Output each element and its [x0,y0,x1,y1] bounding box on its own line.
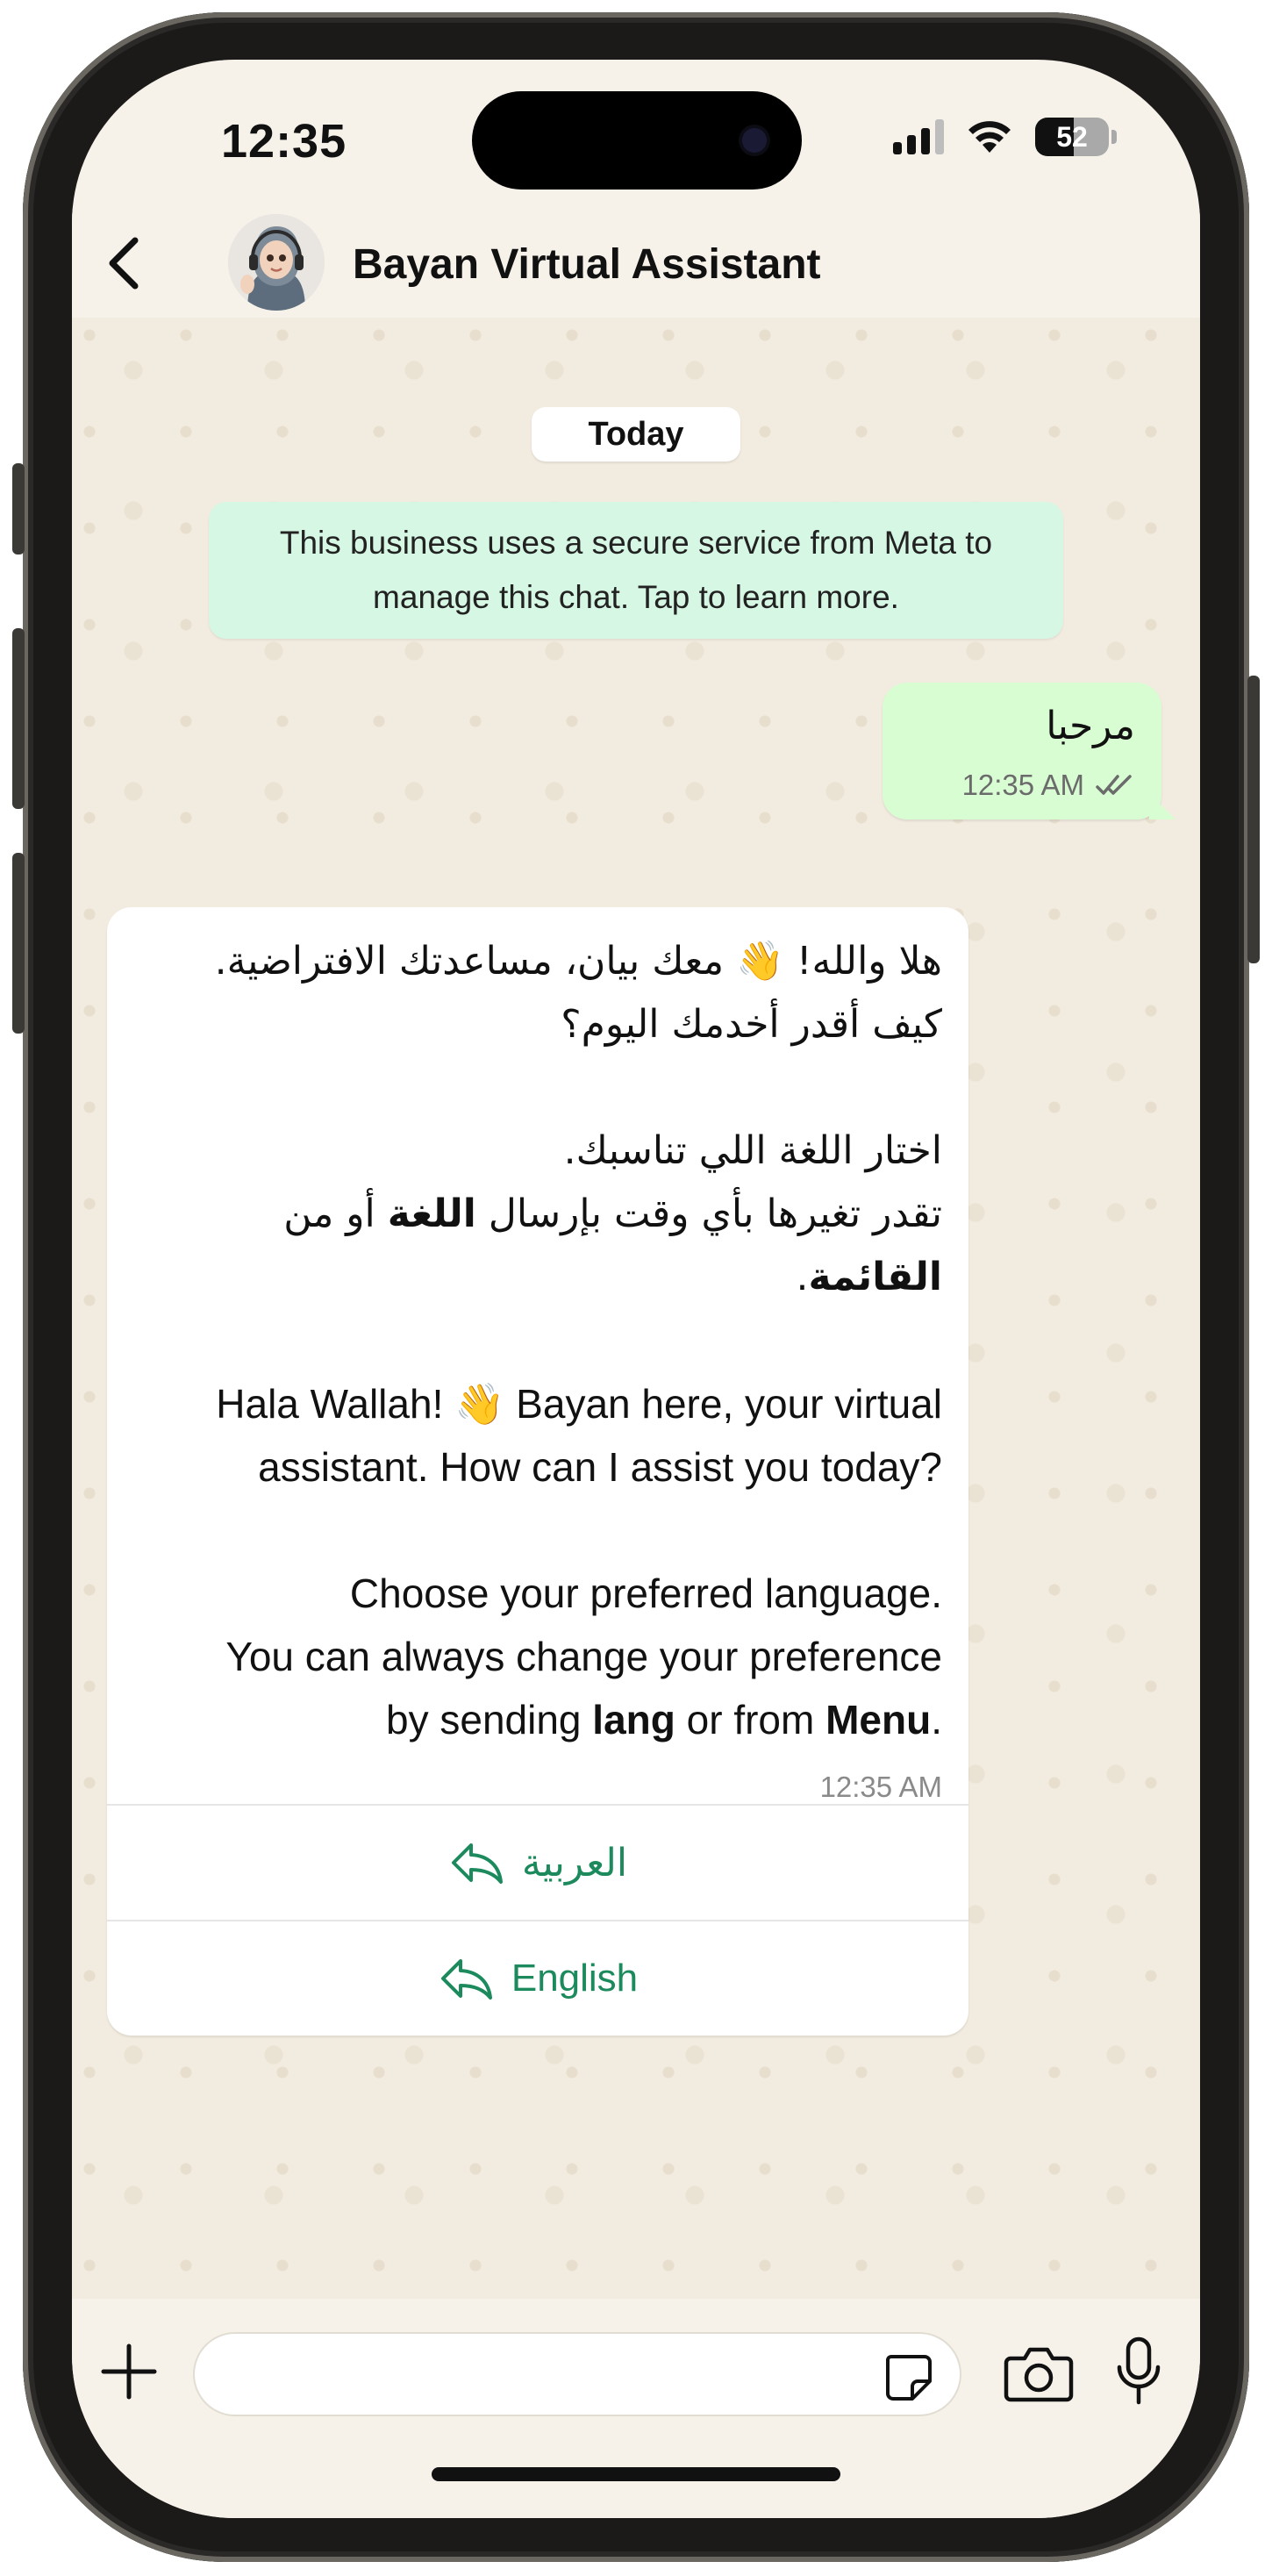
outgoing-message-text: مرحبا [1046,705,1135,748]
chevron-left-icon[interactable] [98,235,151,291]
outgoing-message-time: 12:35 AM [961,769,1084,801]
quick-reply-arabic-button[interactable]: العربية [107,1804,968,1920]
notice-line-2: manage this chat. Tap to learn more. [373,579,899,615]
outgoing-message[interactable]: مرحبا 12:35 AM [883,683,1161,819]
message-line-ar-5: القائمة. [796,1255,943,1299]
incoming-message[interactable]: هلا والله! 👋 معك بيان، مساعدتك الافتراضي… [107,907,968,2036]
battery-percentage: 52 [1056,120,1088,153]
message-input[interactable] [193,2332,961,2416]
notice-line-1: This business uses a secure service from… [279,525,993,561]
microphone-icon[interactable] [1112,2336,1165,2408]
plus-icon[interactable] [98,2341,160,2402]
message-line-en-4: You can always change your preference [225,1634,942,1679]
cellular-signal-icon [893,119,944,154]
home-indicator[interactable] [432,2467,840,2481]
chat-title[interactable]: Bayan Virtual Assistant [353,240,821,289]
outgoing-message-meta: 12:35 AM [962,769,1135,802]
message-line-ar-2: كيف أقدر أخدمك اليوم؟ [561,1002,942,1047]
reply-arrow-icon [451,1843,503,1884]
wifi-icon [968,121,1011,153]
message-line-en-2: assistant. How can I assist you today? [258,1444,942,1490]
volume-up-button [12,628,25,809]
incoming-message-time: 12:35 AM [819,1771,942,1803]
message-line-en-1: Hala Wallah! 👋 Bayan here, your virtual [216,1381,942,1427]
reply-arrow-icon [440,1959,492,2000]
action-button [12,463,25,555]
double-check-icon [1096,775,1132,795]
phone-screen: 12:35 52 Bayan Virtual Assistant Today T… [72,60,1200,2518]
quick-reply-english-label: English [511,1957,639,2000]
front-camera [742,128,767,153]
status-time: 12:35 [221,115,347,168]
date-separator: Today [532,407,740,462]
message-composer [72,2299,1200,2518]
volume-down-button [12,853,25,1034]
message-line-ar-3: اختار اللغة اللي تناسبك. [563,1128,942,1173]
message-line-ar-1: هلا والله! 👋 معك بيان، مساعدتك الافتراضي… [214,939,942,984]
power-button [1247,676,1260,963]
quick-reply-arabic-label: العربية [521,1840,628,1885]
dynamic-island [472,91,802,190]
camera-icon[interactable] [1004,2343,1074,2404]
quick-reply-english-button[interactable]: English [107,1920,968,2036]
avatar[interactable] [228,214,325,311]
battery-icon: 52 [1035,118,1117,156]
meta-security-notice[interactable]: This business uses a secure service from… [209,502,1063,639]
status-icons: 52 [893,118,1117,156]
message-line-en-5: by sending lang or from Menu. [386,1697,942,1742]
chat-area[interactable]: Today This business uses a secure servic… [72,318,1200,2299]
assistant-avatar-icon [228,214,325,311]
chat-header: Bayan Virtual Assistant [72,209,1200,318]
message-line-en-3: Choose your preferred language. [349,1571,942,1616]
incoming-message-text: هلا والله! 👋 معك بيان، مساعدتك الافتراضي… [126,930,942,1751]
sticker-icon[interactable] [883,2351,933,2402]
message-line-ar-4: تقدر تغيرها بأي وقت بإرسال اللغة أو من [283,1191,942,1236]
